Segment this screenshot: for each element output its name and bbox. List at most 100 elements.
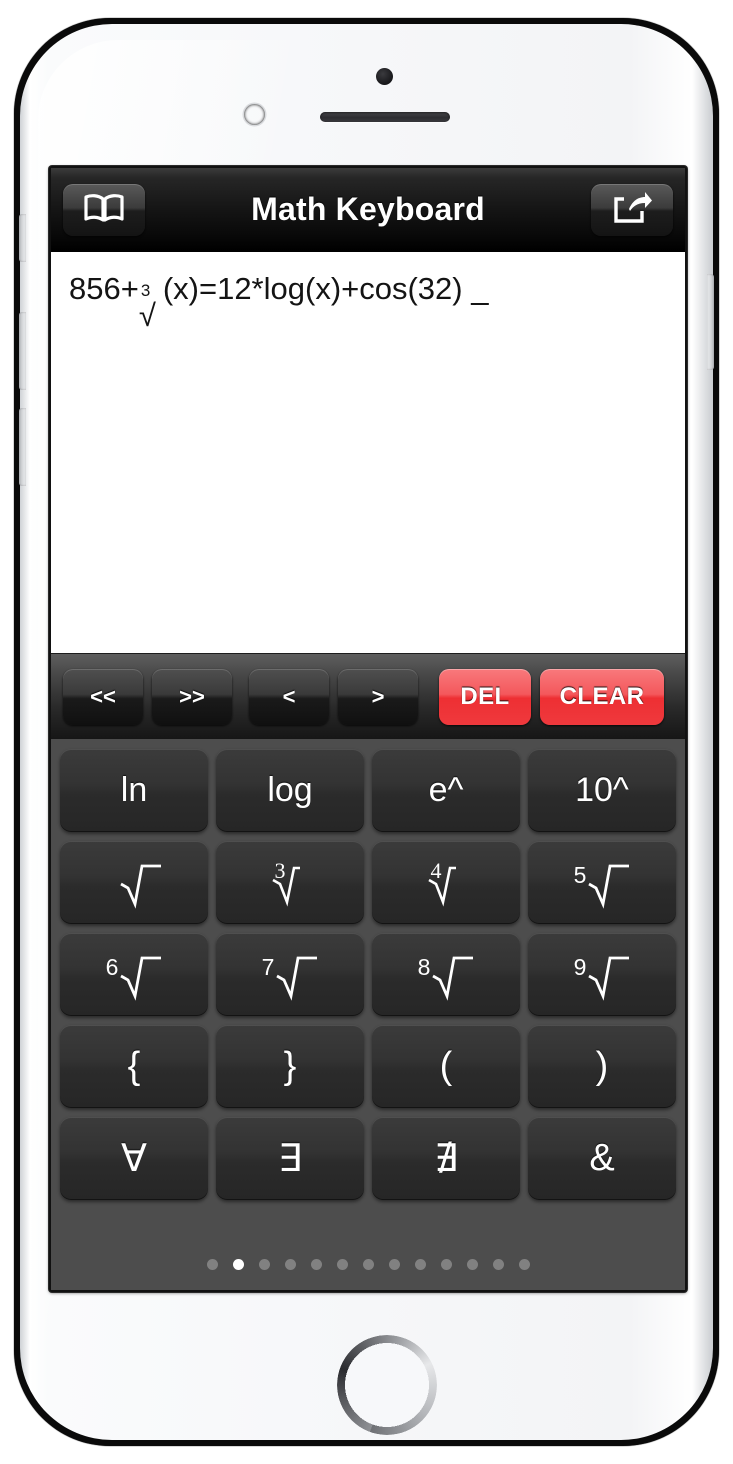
svg-text:5: 5 bbox=[574, 862, 587, 888]
page-dot[interactable] bbox=[284, 1258, 296, 1270]
key-right-brace[interactable]: } bbox=[216, 1025, 364, 1108]
key-7th-root[interactable]: 7 bbox=[216, 933, 364, 1016]
svg-text:4: 4 bbox=[431, 858, 442, 883]
word-right-button[interactable]: >> bbox=[152, 668, 232, 725]
share-icon bbox=[612, 191, 652, 230]
page-dot[interactable] bbox=[518, 1258, 530, 1270]
key-9th-root[interactable]: 9 bbox=[528, 933, 676, 1016]
page-dot[interactable] bbox=[440, 1258, 452, 1270]
keypad-rows: ln log e^ 10^ 3 4 5 6 7 8 9 {} () ∀ ∃ ∄ & bbox=[60, 749, 676, 1209]
expression-prefix: 856+ bbox=[69, 271, 139, 306]
page-dot[interactable] bbox=[492, 1258, 504, 1270]
cube-root-radical: √ bbox=[138, 298, 156, 333]
key-9th-root-glyph: 9 bbox=[571, 948, 633, 1002]
key-ampersand-label: & bbox=[589, 1137, 615, 1179]
svg-text:8: 8 bbox=[418, 954, 431, 980]
clear-label: CLEAR bbox=[559, 682, 645, 710]
page-title: Math Keyboard bbox=[251, 191, 485, 227]
key-for-all[interactable]: ∀ bbox=[60, 1117, 208, 1200]
book-icon bbox=[83, 193, 125, 228]
key-exists-label: ∃ bbox=[277, 1138, 302, 1180]
text-cursor: _ bbox=[471, 271, 489, 306]
volume-up-button[interactable] bbox=[19, 312, 26, 390]
key-exists[interactable]: ∃ bbox=[216, 1117, 364, 1200]
key-7th-root-glyph: 7 bbox=[259, 948, 321, 1002]
page-dot[interactable] bbox=[310, 1258, 322, 1270]
key-ln-label: ln bbox=[120, 771, 148, 809]
key-log[interactable]: log bbox=[216, 749, 364, 832]
key-5th-root-glyph: 5 bbox=[571, 856, 633, 910]
key-not-exists[interactable]: ∄ bbox=[372, 1117, 520, 1200]
key-e-pow-label: e^ bbox=[428, 771, 464, 809]
key-8th-root-glyph: 8 bbox=[415, 948, 477, 1002]
key-6th-root-glyph: 6 bbox=[103, 948, 165, 1002]
cursor-right-button[interactable]: > bbox=[338, 668, 418, 725]
page-dot[interactable] bbox=[362, 1258, 374, 1270]
keypad-row: ln log e^ 10^ bbox=[60, 749, 676, 832]
key-for-all-label: ∀ bbox=[121, 1138, 147, 1180]
delete-label: DEL bbox=[460, 682, 510, 710]
clear-button[interactable]: CLEAR bbox=[540, 668, 664, 725]
page-dot[interactable] bbox=[466, 1258, 478, 1270]
key-left-paren[interactable]: ( bbox=[372, 1025, 520, 1108]
page-dot[interactable] bbox=[388, 1258, 400, 1270]
page-dot[interactable] bbox=[258, 1258, 270, 1270]
key-sqrt[interactable] bbox=[60, 841, 208, 924]
keypad-row: 3 4 5 bbox=[60, 841, 676, 924]
expression-suffix: (x)=12*log(x)+cos(32) bbox=[162, 271, 463, 306]
page-dot-active[interactable] bbox=[232, 1258, 244, 1270]
key-right-paren[interactable]: ) bbox=[528, 1025, 676, 1108]
share-button[interactable] bbox=[591, 184, 673, 236]
key-10-pow-label: 10^ bbox=[575, 771, 629, 809]
volume-down-button[interactable] bbox=[19, 408, 26, 486]
key-cbrt[interactable]: 3 bbox=[216, 841, 364, 924]
keypad-row: {} () bbox=[60, 1025, 676, 1108]
cursor-right-label: > bbox=[371, 683, 385, 709]
key-not-exists-label: ∄ bbox=[433, 1138, 458, 1180]
key-8th-root[interactable]: 8 bbox=[372, 933, 520, 1016]
home-button[interactable] bbox=[337, 1335, 437, 1435]
earpiece-speaker bbox=[320, 112, 450, 122]
key-ln[interactable]: ln bbox=[60, 749, 208, 832]
math-keypad: ln log e^ 10^ 3 4 5 6 7 8 9 {} () ∀ ∃ ∄ & bbox=[51, 739, 685, 1290]
key-e-pow[interactable]: e^ bbox=[372, 749, 520, 832]
key-4th-root-glyph: 4 bbox=[423, 856, 469, 910]
key-left-brace[interactable]: { bbox=[60, 1025, 208, 1108]
key-right-brace-label: } bbox=[283, 1045, 297, 1087]
page-dot[interactable] bbox=[414, 1258, 426, 1270]
key-6th-root[interactable]: 6 bbox=[60, 933, 208, 1016]
screenshot-stage: Math Keyboard 856+ 3 √ (x)=12*log(x)+cos(32… bbox=[0, 0, 733, 1464]
app-screen: Math Keyboard 856+ 3 √ (x)=12*log(x)+cos(32… bbox=[51, 168, 685, 1290]
key-sqrt-glyph bbox=[103, 856, 165, 910]
page-dot[interactable] bbox=[206, 1258, 218, 1270]
word-right-label: >> bbox=[179, 683, 205, 709]
svg-text:3: 3 bbox=[275, 858, 286, 883]
word-left-label: << bbox=[90, 683, 116, 709]
key-10-pow[interactable]: 10^ bbox=[528, 749, 676, 832]
book-button[interactable] bbox=[63, 184, 145, 236]
word-left-button[interactable]: << bbox=[63, 668, 143, 725]
proximity-sensor bbox=[376, 68, 393, 85]
key-5th-root[interactable]: 5 bbox=[528, 841, 676, 924]
edit-toolbar: << >> < > DEL CLEAR bbox=[51, 653, 685, 739]
delete-button[interactable]: DEL bbox=[439, 668, 531, 725]
page-dot[interactable] bbox=[336, 1258, 348, 1270]
svg-text:6: 6 bbox=[106, 954, 119, 980]
key-4th-root[interactable]: 4 bbox=[372, 841, 520, 924]
keypad-row: 6 7 8 9 bbox=[60, 933, 676, 1016]
key-left-brace-label: { bbox=[127, 1045, 141, 1087]
key-ampersand[interactable]: & bbox=[528, 1117, 676, 1200]
cursor-left-label: < bbox=[282, 683, 296, 709]
navigation-bar: Math Keyboard bbox=[51, 168, 685, 252]
key-left-paren-label: ( bbox=[439, 1045, 453, 1087]
key-log-label: log bbox=[267, 771, 313, 809]
cursor-left-button[interactable]: < bbox=[249, 668, 329, 725]
keypad-row: ∀ ∃ ∄ & bbox=[60, 1117, 676, 1200]
key-cbrt-glyph: 3 bbox=[267, 856, 313, 910]
silent-switch[interactable] bbox=[19, 214, 26, 262]
svg-text:9: 9 bbox=[574, 954, 587, 980]
svg-text:7: 7 bbox=[262, 954, 275, 980]
expression-display[interactable]: 856+ 3 √ (x)=12*log(x)+cos(32) _ bbox=[51, 252, 685, 653]
power-button[interactable] bbox=[707, 274, 714, 370]
page-indicator bbox=[60, 1250, 676, 1290]
